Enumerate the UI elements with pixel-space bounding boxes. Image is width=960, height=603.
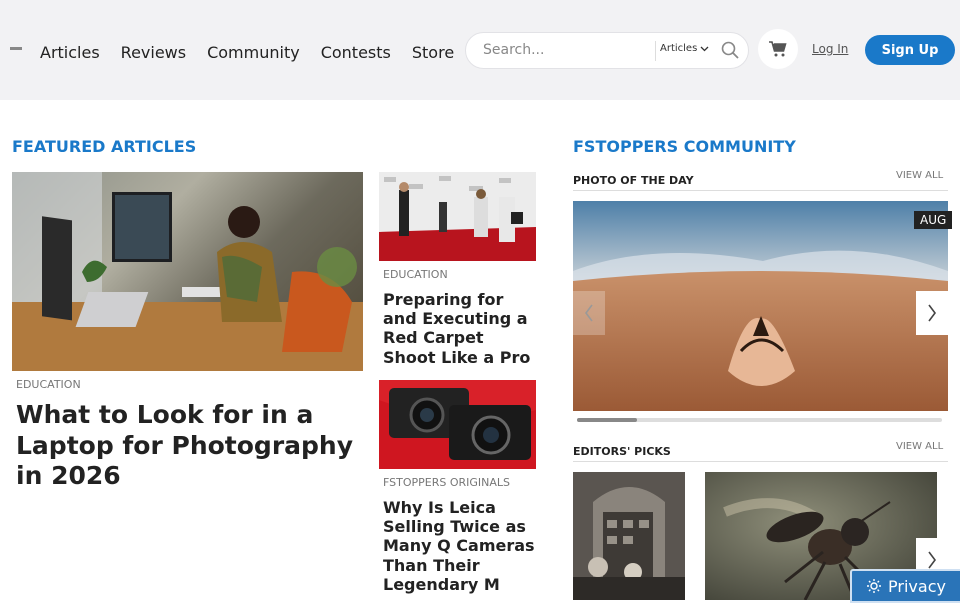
potd-next-button[interactable] [916,291,948,335]
featured-main-headline[interactable]: What to Look for in a Laptop for Photogr… [16,400,356,492]
editors-picks-view-all-link[interactable]: VIEW ALL [896,441,943,452]
search-divider [655,41,656,61]
nav-contests[interactable]: Contests [321,43,391,62]
privacy-button[interactable]: Privacy [850,569,960,603]
signup-button[interactable]: Sign Up [865,35,955,65]
potd-image[interactable] [573,201,948,411]
featured-side-headline-2[interactable]: Why Is Leica Selling Twice as Many Q Cam… [383,498,538,594]
search-icon[interactable] [721,41,739,59]
featured-side-image-2[interactable] [379,380,536,469]
search-input[interactable] [483,42,653,58]
editors-pick-image-1[interactable] [573,472,685,600]
red-carpet-photo [379,172,536,261]
cart-icon [769,41,787,57]
community-title: FSTOPPERS COMMUNITY [573,137,796,156]
main-nav: Articles Reviews Community Contests Stor… [40,43,454,62]
nav-store[interactable]: Store [412,43,454,62]
login-link[interactable]: Log In [812,42,848,56]
search-scope-select[interactable]: Articles [660,43,709,54]
gear-icon [867,579,882,593]
search-scope-label: Articles [660,43,698,54]
featured-main-image[interactable] [12,172,363,371]
leica-cameras-photo [379,380,536,469]
nav-reviews[interactable]: Reviews [121,43,186,62]
chevron-right-icon [928,304,936,322]
featured-main-category[interactable]: EDUCATION [16,378,81,391]
cart-button[interactable] [758,29,798,69]
potd-divider [573,190,948,191]
potd-scrollbar-thumb[interactable] [577,418,637,422]
chevron-right-icon [928,551,936,569]
potd-date-badge: AUG [914,211,953,229]
featured-side-headline-1[interactable]: Preparing for and Executing a Red Carpet… [383,290,538,367]
privacy-label: Privacy [888,576,946,596]
nav-community[interactable]: Community [207,43,300,62]
potd-title: PHOTO OF THE DAY [573,174,694,187]
desert-aerial-photo [573,201,948,411]
featured-title: FEATURED ARTICLES [12,137,197,156]
logo[interactable] [10,47,22,50]
laptop-desk-photo [12,172,363,371]
featured-side-category-1[interactable]: EDUCATION [383,268,448,281]
chevron-left-icon [585,304,593,322]
site-header: Articles Reviews Community Contests Stor… [0,0,960,100]
editors-picks-title: EDITORS' PICKS [573,445,671,458]
potd-prev-button[interactable] [573,291,605,335]
featured-side-image-1[interactable] [379,172,536,261]
featured-side-category-2[interactable]: FSTOPPERS ORIGINALS [383,476,510,489]
vintage-interior-photo [573,472,685,600]
editors-picks-divider [573,461,948,462]
search-box: Articles [465,32,749,69]
potd-scrollbar-track[interactable] [577,418,942,422]
nav-articles[interactable]: Articles [40,43,100,62]
potd-view-all-link[interactable]: VIEW ALL [896,170,943,181]
chevron-down-icon [700,46,709,51]
